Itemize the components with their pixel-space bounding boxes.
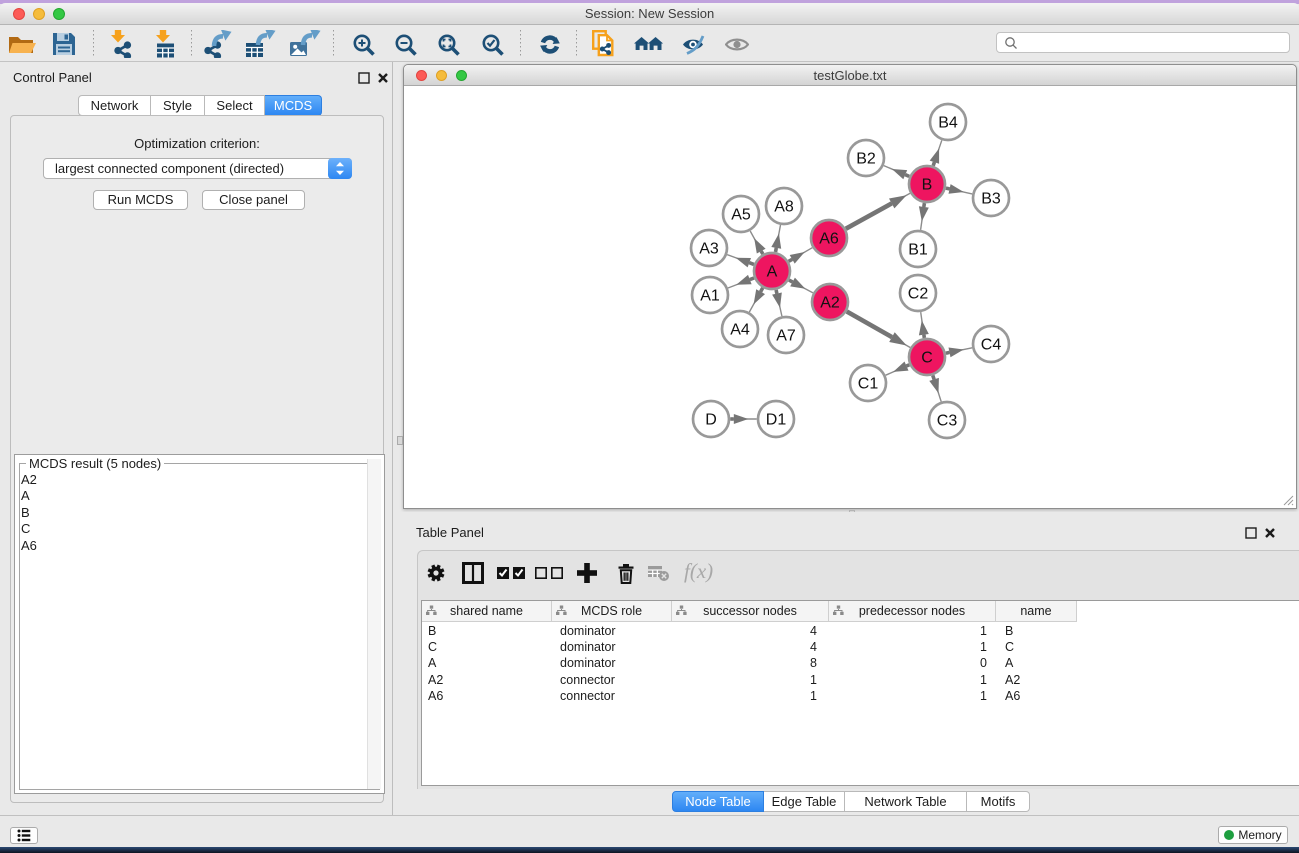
svg-text:D1: D1 bbox=[766, 412, 787, 429]
svg-text:A3: A3 bbox=[699, 241, 719, 258]
svg-text:A4: A4 bbox=[730, 322, 750, 339]
svg-text:B3: B3 bbox=[981, 191, 1001, 208]
svg-text:A: A bbox=[767, 264, 778, 281]
svg-text:C1: C1 bbox=[858, 376, 879, 393]
svg-text:C4: C4 bbox=[981, 337, 1002, 354]
svg-text:A1: A1 bbox=[700, 288, 720, 305]
svg-text:B4: B4 bbox=[938, 115, 958, 132]
svg-text:C3: C3 bbox=[937, 413, 958, 430]
svg-text:A7: A7 bbox=[776, 328, 796, 345]
svg-text:C2: C2 bbox=[908, 286, 929, 303]
svg-text:B2: B2 bbox=[856, 151, 876, 168]
svg-text:A2: A2 bbox=[820, 295, 840, 312]
svg-text:A6: A6 bbox=[819, 231, 839, 248]
svg-text:B: B bbox=[922, 177, 933, 194]
svg-text:A5: A5 bbox=[731, 207, 751, 224]
svg-text:C: C bbox=[921, 350, 933, 367]
svg-text:B1: B1 bbox=[908, 242, 928, 259]
svg-text:D: D bbox=[705, 412, 717, 429]
svg-text:A8: A8 bbox=[774, 199, 794, 216]
